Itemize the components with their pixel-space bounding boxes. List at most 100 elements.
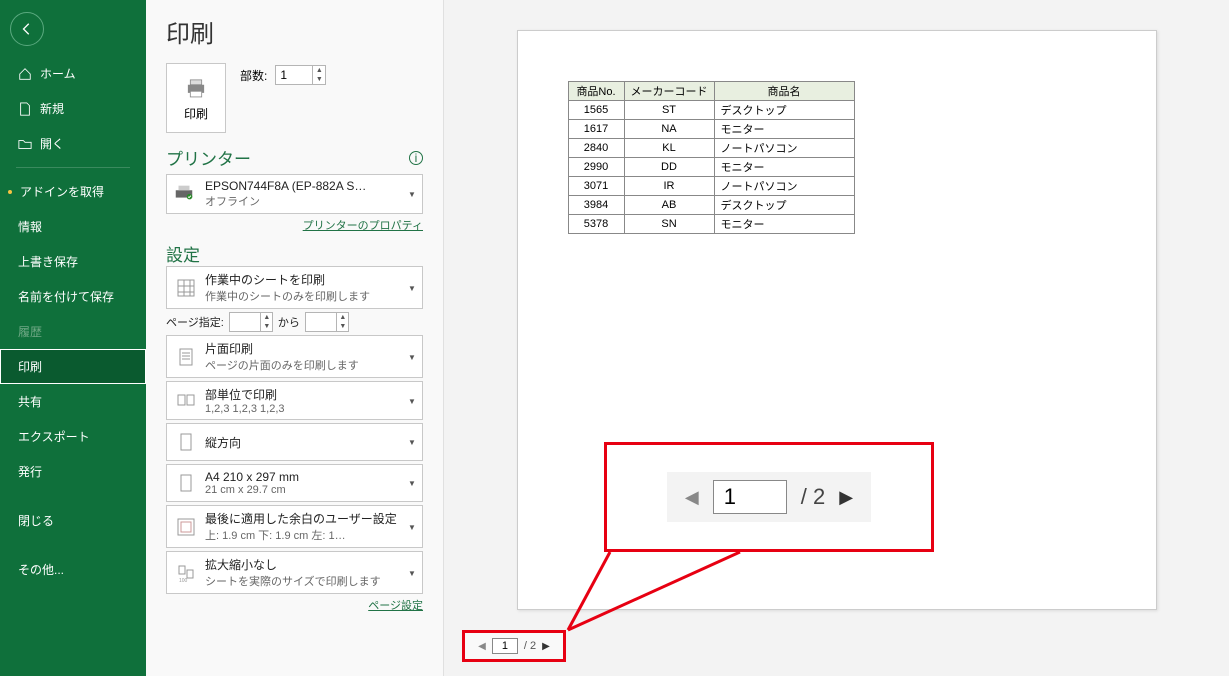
nav-history: 履歴	[0, 314, 146, 349]
nav-separator	[16, 167, 130, 168]
printer-properties-link[interactable]: プリンターのプロパティ	[303, 220, 423, 232]
setting-paper-size[interactable]: A4 210 x 297 mm21 cm x 29.7 cm ▼	[166, 464, 423, 502]
prev-page-icon[interactable]: ◀	[478, 641, 486, 652]
settings-section-title: 設定	[166, 241, 423, 266]
page-number-input-large[interactable]	[713, 480, 787, 514]
nav-share[interactable]: 共有	[0, 384, 146, 419]
paper-icon	[173, 473, 199, 493]
nav-open[interactable]: 開く	[0, 126, 146, 161]
nav-label: 開く	[40, 135, 64, 152]
nav-label: その他...	[18, 561, 64, 578]
setting-orientation[interactable]: 縦方向 ▼	[166, 423, 423, 461]
setting-collate[interactable]: 部単位で印刷1,2,3 1,2,3 1,2,3 ▼	[166, 381, 423, 420]
copies-label: 部数:	[240, 67, 267, 84]
nav-label: 新規	[40, 100, 64, 117]
margins-icon	[173, 517, 199, 537]
page-title: 印刷	[166, 14, 423, 49]
print-preview-area: 商品No. メーカーコード 商品名 1565STデスクトップ1617NAモニター…	[444, 0, 1229, 676]
nav-save-as[interactable]: 名前を付けて保存	[0, 279, 146, 314]
copies-spinner[interactable]: ▲▼	[275, 65, 326, 85]
table-row: 3071IRノートパソコン	[568, 177, 854, 196]
printer-section-title: プリンター	[166, 145, 251, 170]
setting-print-what[interactable]: 作業中のシートを印刷作業中のシートのみを印刷します ▼	[166, 266, 423, 309]
page-total-large: / 2	[801, 484, 825, 510]
page-number-input[interactable]	[492, 638, 518, 654]
nav-publish[interactable]: 発行	[0, 454, 146, 489]
notification-dot	[8, 190, 12, 194]
print-button[interactable]: 印刷	[166, 63, 226, 133]
print-button-label: 印刷	[184, 105, 208, 122]
setting-margins[interactable]: 最後に適用した余白のユーザー設定上: 1.9 cm 下: 1.9 cm 左: 1…	[166, 505, 423, 548]
sheet-icon	[173, 278, 199, 298]
page-to-input[interactable]: ▲▼	[305, 312, 349, 332]
nav-info[interactable]: 情報	[0, 209, 146, 244]
chevron-down-icon: ▼	[408, 353, 416, 361]
page-from-input[interactable]: ▲▼	[229, 312, 273, 332]
setting-sides[interactable]: 片面印刷ページの片面のみを印刷します ▼	[166, 335, 423, 378]
nav-close[interactable]: 閉じる	[0, 503, 146, 538]
preview-data-table: 商品No. メーカーコード 商品名 1565STデスクトップ1617NAモニター…	[568, 81, 855, 234]
printer-status: オフライン	[205, 193, 404, 209]
scaling-icon: 100	[173, 563, 199, 583]
nav-label: アドインを取得	[20, 183, 104, 200]
folder-icon	[18, 137, 32, 151]
printer-icon	[183, 75, 209, 101]
nav-label: 閉じる	[18, 512, 54, 529]
nav-label: 情報	[18, 218, 42, 235]
chevron-down-icon: ▼	[408, 479, 416, 487]
page-icon	[173, 347, 199, 367]
table-row: 1565STデスクトップ	[568, 101, 854, 120]
callout-highlight: ◀ / 2 ▶	[604, 442, 934, 552]
nav-label: ホーム	[40, 65, 76, 82]
table-header: 商品名	[714, 82, 854, 101]
chevron-down-icon: ▼	[408, 438, 416, 446]
nav-label: 上書き保存	[18, 253, 78, 270]
chevron-down-icon: ▼	[408, 523, 416, 531]
table-row: 1617NAモニター	[568, 120, 854, 139]
chevron-down-icon: ▼	[408, 190, 416, 198]
spin-up[interactable]: ▲	[313, 66, 325, 75]
page-range-row: ページ指定: ▲▼ から ▲▼	[166, 312, 423, 332]
page-range-to-label: から	[278, 314, 300, 330]
pager-highlight: ◀ / 2 ▶	[462, 630, 566, 662]
setting-scaling[interactable]: 100 拡大縮小なしシートを実際のサイズで印刷します ▼	[166, 551, 423, 594]
nav-export[interactable]: エクスポート	[0, 419, 146, 454]
nav-home[interactable]: ホーム	[0, 56, 146, 91]
table-row: 3984ABデスクトップ	[568, 196, 854, 215]
copies-input[interactable]	[276, 67, 312, 83]
next-page-icon[interactable]: ▶	[839, 487, 853, 508]
nav-label: 共有	[18, 393, 42, 410]
page-range-label: ページ指定:	[166, 314, 224, 330]
nav-label: エクスポート	[18, 428, 90, 445]
page-total: / 2	[524, 640, 536, 652]
printer-device-icon	[173, 182, 199, 207]
chevron-down-icon: ▼	[408, 284, 416, 292]
next-page-icon[interactable]: ▶	[542, 641, 550, 652]
svg-text:100: 100	[179, 578, 188, 583]
table-row: 5378SNモニター	[568, 215, 854, 234]
back-button[interactable]	[10, 12, 44, 46]
printer-dropdown[interactable]: EPSON744F8A (EP-882A S… オフライン ▼	[166, 174, 423, 214]
nav-label: 発行	[18, 463, 42, 480]
nav-label: 印刷	[18, 358, 42, 375]
table-header: 商品No.	[568, 82, 624, 101]
spin-down[interactable]: ▼	[313, 75, 325, 84]
printer-name: EPSON744F8A (EP-882A S…	[205, 179, 404, 193]
nav-save[interactable]: 上書き保存	[0, 244, 146, 279]
chevron-down-icon: ▼	[408, 397, 416, 405]
nav-more[interactable]: その他...	[0, 552, 146, 587]
prev-page-icon[interactable]: ◀	[685, 487, 699, 508]
nav-label: 履歴	[18, 323, 42, 340]
info-icon[interactable]: i	[409, 151, 423, 165]
table-row: 2990DDモニター	[568, 158, 854, 177]
nav-get-addins[interactable]: アドインを取得	[0, 174, 146, 209]
table-header: メーカーコード	[624, 82, 714, 101]
print-settings-panel: 印刷 印刷 部数: ▲▼ プリンター i EPSON744F8	[146, 0, 444, 676]
file-icon	[18, 102, 32, 116]
nav-label: 名前を付けて保存	[18, 288, 114, 305]
collate-icon	[173, 391, 199, 411]
nav-print[interactable]: 印刷	[0, 349, 146, 384]
page-setup-link[interactable]: ページ設定	[368, 600, 423, 612]
home-icon	[18, 67, 32, 81]
nav-new[interactable]: 新規	[0, 91, 146, 126]
